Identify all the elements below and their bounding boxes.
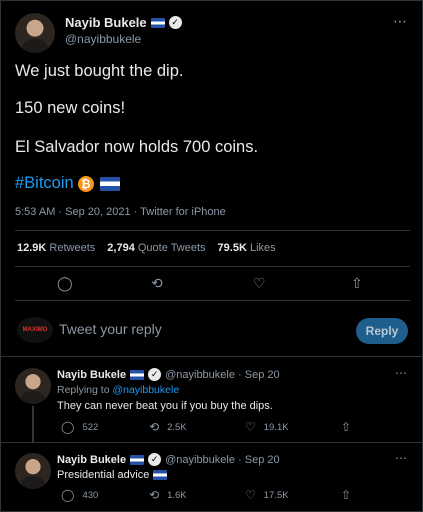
- replying-to-handle[interactable]: @nayibbukele: [112, 384, 179, 396]
- likes-count: 79.5K: [217, 242, 247, 254]
- user-avatar-text: MAXIMO: [22, 327, 48, 333]
- main-tweet: Nayib Bukele ✓ @nayibbukele ⋯ We just bo…: [1, 1, 423, 357]
- retweet-count: 1.6K: [167, 489, 187, 501]
- more-options-icon[interactable]: ⋯: [393, 13, 408, 30]
- bitcoin-icon: ₿: [77, 175, 94, 192]
- user-avatar[interactable]: MAXIMO: [17, 317, 53, 343]
- author-avatar[interactable]: [15, 13, 55, 53]
- like-action[interactable]: ♡ 17.5K: [245, 488, 289, 502]
- retweets-stat[interactable]: 12.9K Retweets: [17, 242, 95, 254]
- reply-text: Presidential advice: [57, 469, 150, 481]
- reply-text-row: Presidential advice: [57, 469, 168, 481]
- replying-to: Replying to @nayibbukele: [57, 384, 179, 396]
- retweet-action[interactable]: ⟲ 1.6K: [149, 488, 187, 502]
- el-salvador-flag-icon: [150, 17, 165, 28]
- reply-input[interactable]: Tweet your reply: [59, 321, 162, 337]
- author-avatar[interactable]: [15, 368, 51, 404]
- author-name[interactable]: Nayib Bukele: [57, 454, 126, 466]
- author-name[interactable]: Nayib Bukele: [57, 369, 126, 381]
- divider: [15, 266, 410, 267]
- tweet-stats: 12.9K Retweets 2,794 Quote Tweets 79.5K …: [17, 242, 276, 254]
- reply-action[interactable]: ◯ 430: [61, 488, 98, 502]
- like-count: 17.5K: [263, 489, 289, 501]
- el-salvador-flag-icon: [130, 369, 145, 380]
- retweets-label: Retweets: [49, 242, 96, 254]
- handle-and-date[interactable]: @nayibbukele · Sep 20: [165, 369, 280, 381]
- share-icon[interactable]: ⇧: [341, 488, 351, 502]
- reply-tweet[interactable]: Nayib Bukele ✓ @nayibbukele · Sep 20 ⋯ R…: [1, 358, 423, 443]
- like-action[interactable]: ♡ 19.1K: [245, 420, 289, 434]
- author-name-row: Nayib Bukele ✓: [65, 15, 182, 30]
- reply-text: They can never beat you if you buy the d…: [57, 400, 273, 412]
- retweets-count: 12.9K: [17, 242, 47, 254]
- reply-tweet[interactable]: Nayib Bukele ✓ @nayibbukele · Sep 20 ⋯ P…: [1, 443, 423, 512]
- tweet-text-line-1: We just bought the dip.: [15, 62, 184, 80]
- tweet-timestamp[interactable]: 5:53 AM · Sep 20, 2021 · Twitter for iPh…: [15, 206, 226, 218]
- likes-stat[interactable]: 79.5K Likes: [218, 242, 276, 254]
- reply-header: Nayib Bukele ✓ @nayibbukele · Sep 20: [57, 368, 280, 381]
- reply-button[interactable]: Reply: [356, 318, 408, 344]
- reply-action[interactable]: ◯ 522: [61, 420, 98, 434]
- likes-label: Likes: [249, 242, 276, 254]
- el-salvador-flag-icon: [153, 470, 168, 480]
- replying-to-label: Replying to: [57, 384, 110, 396]
- author-name[interactable]: Nayib Bukele: [65, 15, 147, 30]
- quotes-stat[interactable]: 2,794 Quote Tweets: [107, 242, 205, 254]
- verified-badge-icon: ✓: [148, 368, 162, 381]
- reply-header: Nayib Bukele ✓ @nayibbukele · Sep 20: [57, 453, 280, 466]
- more-options-icon[interactable]: ⋯: [395, 366, 408, 380]
- reply-icon: ◯: [61, 488, 75, 502]
- like-icon[interactable]: ♡: [253, 275, 266, 292]
- verified-badge-icon: ✓: [148, 453, 162, 466]
- reply-composer: MAXIMO Tweet your reply Reply: [1, 311, 423, 351]
- retweet-icon[interactable]: ⟲: [151, 275, 163, 292]
- el-salvador-flag-icon: [99, 176, 120, 191]
- retweet-action[interactable]: ⟲ 2.5K: [149, 420, 187, 434]
- reply-count: 430: [82, 489, 99, 501]
- handle-and-date[interactable]: @nayibbukele · Sep 20: [165, 454, 280, 466]
- like-icon: ♡: [245, 488, 256, 502]
- author-handle[interactable]: @nayibbukele: [65, 32, 141, 46]
- hashtag-link[interactable]: #Bitcoin ₿: [15, 174, 120, 193]
- tweet-thread: Nayib Bukele ✓ @nayibbukele ⋯ We just bo…: [0, 0, 423, 512]
- quotes-count: 2,794: [107, 242, 135, 254]
- retweet-count: 2.5K: [167, 421, 187, 433]
- share-icon[interactable]: ⇧: [341, 420, 351, 434]
- retweet-icon: ⟲: [149, 420, 160, 434]
- hashtag-text[interactable]: #Bitcoin: [15, 174, 74, 193]
- tweet-text-line-3: El Salvador now holds 700 coins.: [15, 138, 259, 156]
- more-options-icon[interactable]: ⋯: [395, 451, 408, 465]
- reply-icon: ◯: [61, 420, 75, 434]
- el-salvador-flag-icon: [130, 454, 145, 465]
- like-icon: ♡: [245, 420, 256, 434]
- tweet-actions: ◯ ⟲ ♡ ⇧: [1, 273, 423, 295]
- retweet-icon: ⟲: [149, 488, 160, 502]
- like-count: 19.1K: [263, 421, 289, 433]
- share-icon[interactable]: ⇧: [351, 275, 363, 292]
- author-avatar[interactable]: [15, 453, 51, 489]
- tweet-text-line-2: 150 new coins!: [15, 99, 126, 117]
- verified-badge-icon: ✓: [168, 16, 182, 29]
- reply-actions: ◯ 522 ⟲ 2.5K ♡ 19.1K ⇧: [1, 420, 423, 438]
- reply-count: 522: [82, 421, 99, 433]
- divider: [15, 230, 410, 231]
- divider: [15, 300, 410, 301]
- quotes-label: Quote Tweets: [137, 242, 206, 254]
- reply-actions: ◯ 430 ⟲ 1.6K ♡ 17.5K ⇧: [1, 488, 423, 506]
- reply-icon[interactable]: ◯: [57, 275, 73, 292]
